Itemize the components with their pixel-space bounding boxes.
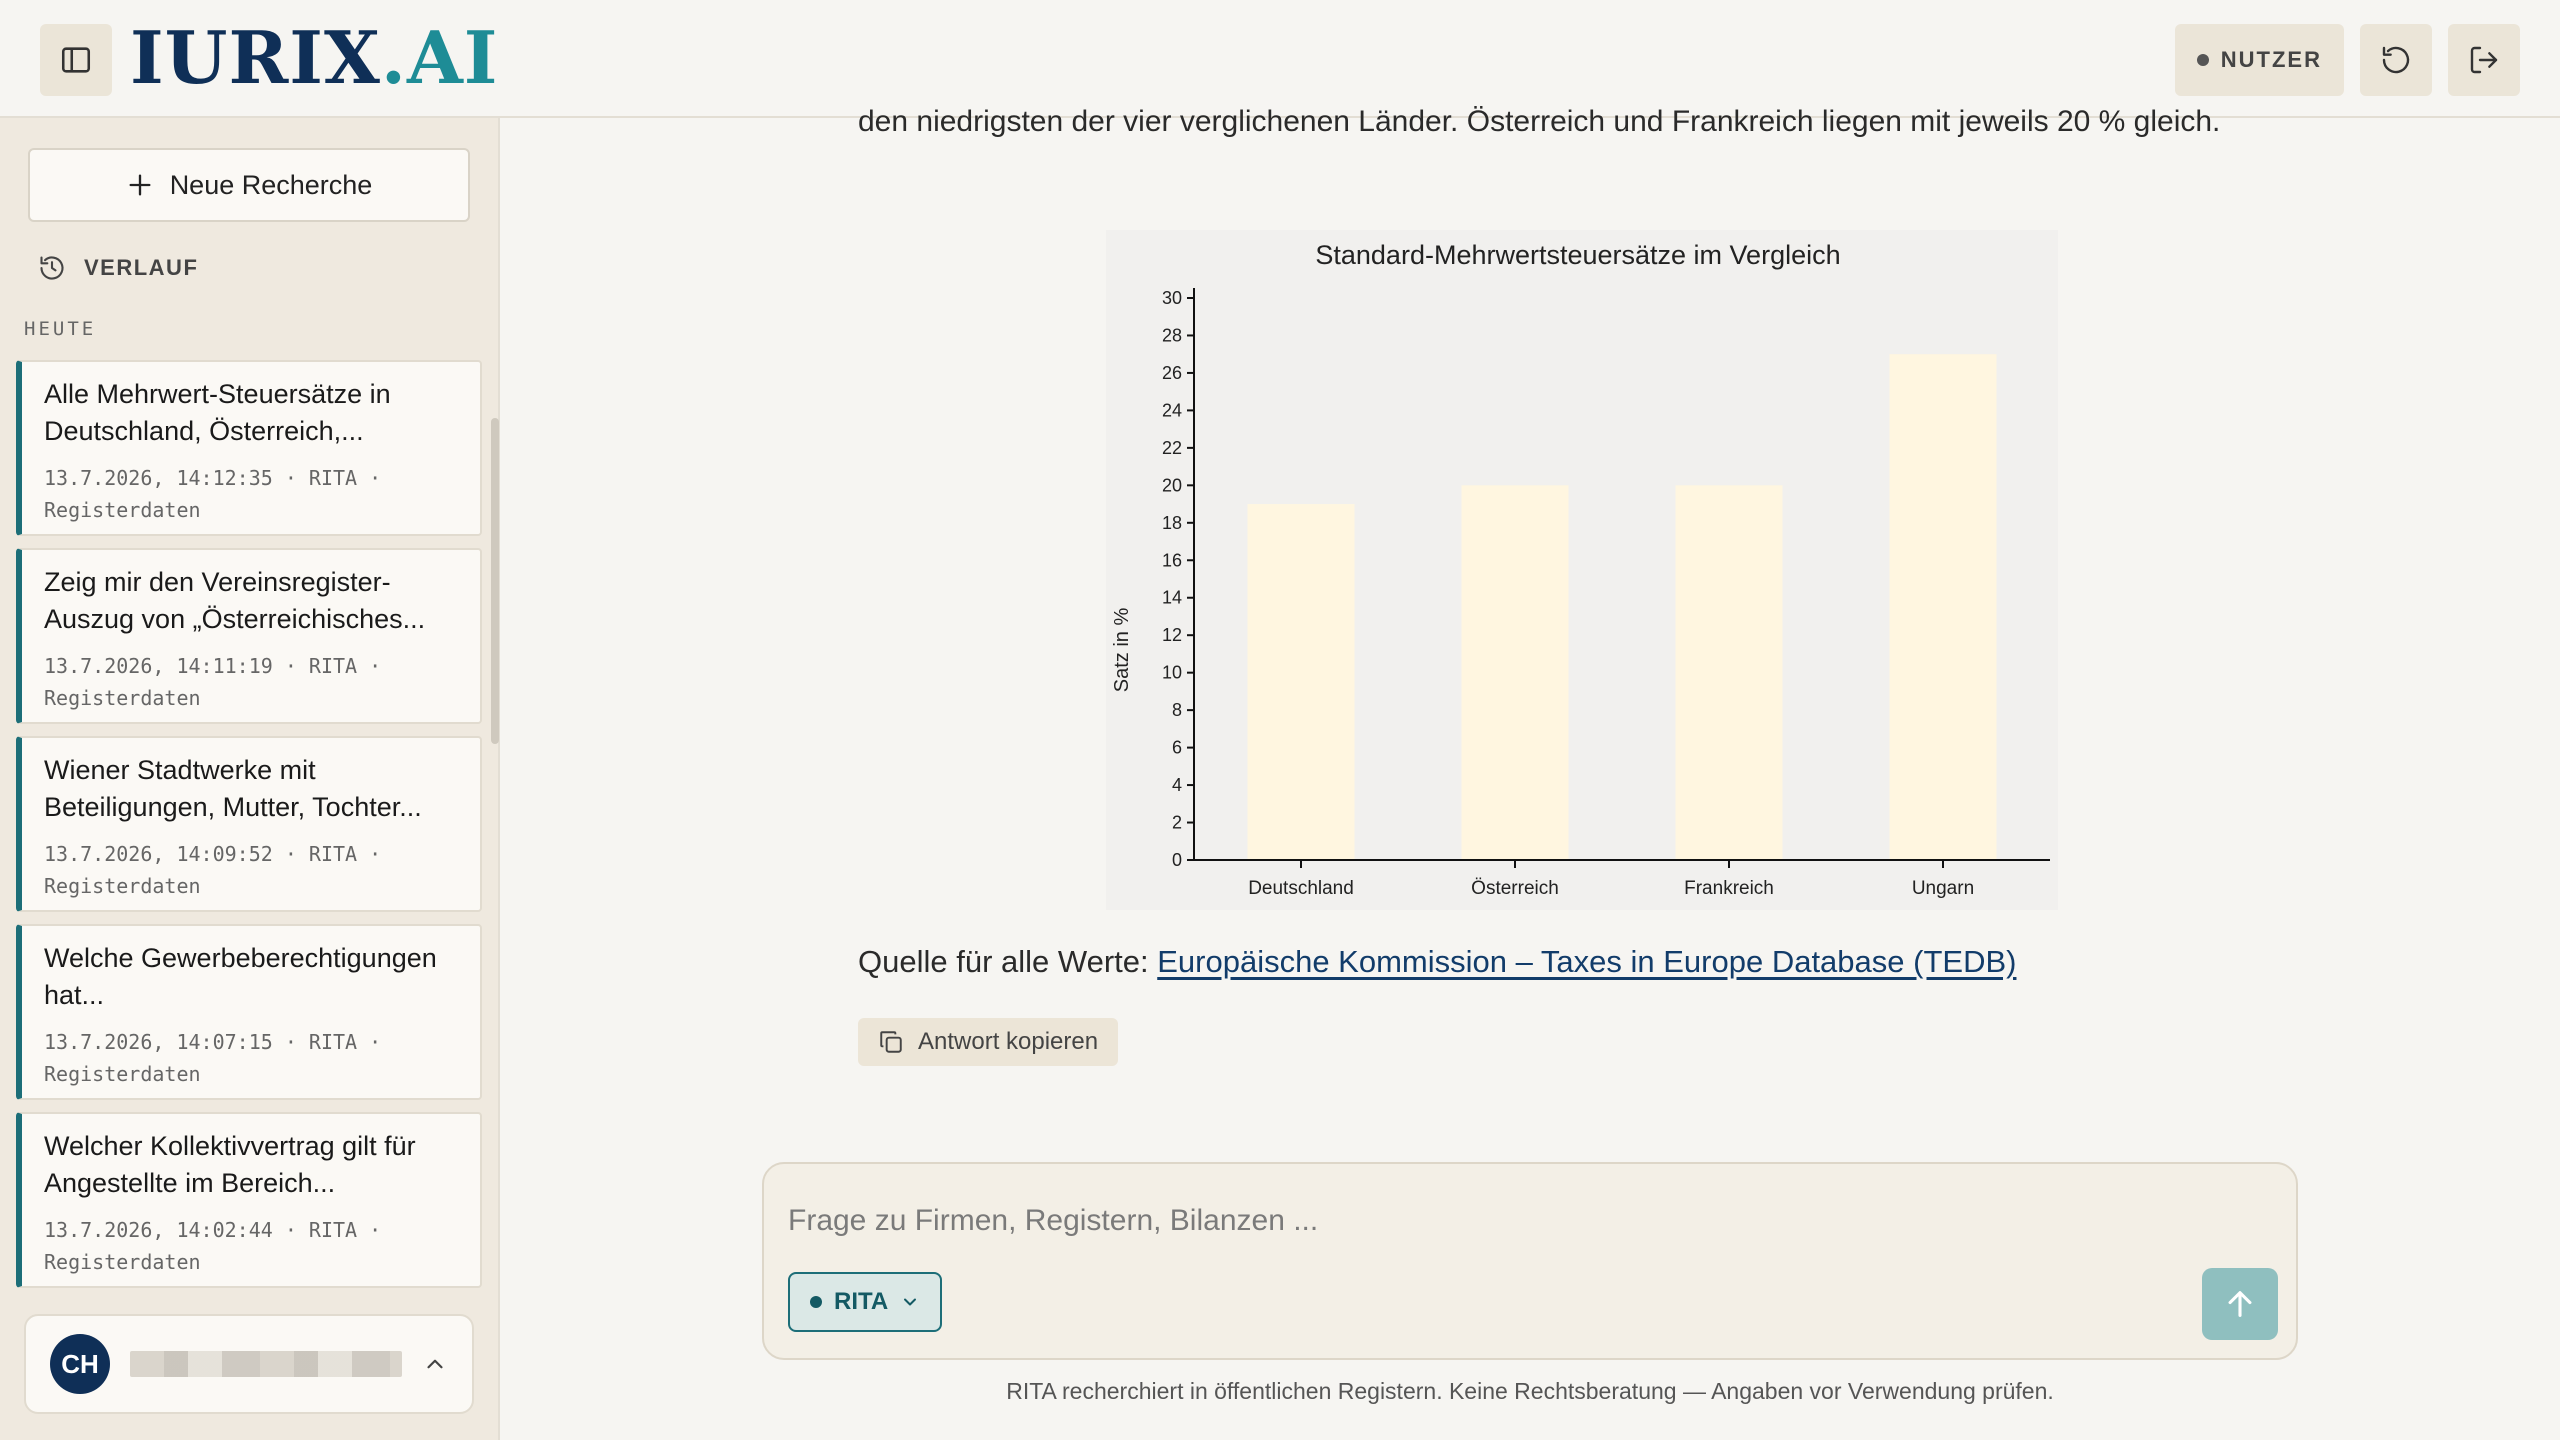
section-label-today: HEUTE [24, 318, 97, 340]
logout-icon [2470, 46, 2498, 74]
y-tick-label: 16 [1162, 550, 1182, 570]
history-list[interactable]: Alle Mehrwert-Steuersätze in Deutschland… [16, 360, 484, 1400]
y-tick-label: 18 [1162, 513, 1182, 533]
history-item-meta: 13.7.2026, 14:02:44 · RITA · Registerdat… [44, 1218, 382, 1274]
user-role-button[interactable]: NUTZER [2174, 24, 2344, 96]
history-item-meta: 13.7.2026, 14:12:35 · RITA · Registerdat… [44, 466, 382, 522]
y-tick-label: 2 [1172, 813, 1182, 833]
copy-answer-button[interactable]: Antwort kopieren [858, 1018, 1119, 1066]
logo-dot: . [380, 15, 407, 100]
chart-x-axis: Deutschland Österreich Frankreich Ungarn [1194, 859, 2050, 899]
app-logo[interactable]: IURIX.AI [130, 18, 498, 98]
status-dot [2196, 54, 2209, 66]
y-tick-label: 6 [1172, 738, 1182, 758]
sidebar: Neue Recherche VERLAUF HEUTE Alle Mehrwe… [0, 118, 500, 1440]
history-item[interactable]: Alle Mehrwert-Steuersätze in Deutschland… [16, 360, 482, 536]
source-link[interactable]: Europäische Kommission – Taxes in Europe… [1157, 944, 2016, 979]
new-research-label: Neue Recherche [169, 169, 373, 200]
history-label: VERLAUF [84, 255, 199, 280]
y-tick-label: 20 [1162, 475, 1182, 495]
chart-bar [1889, 354, 1997, 860]
y-tick-label: 26 [1162, 363, 1182, 383]
y-tick-label: 24 [1162, 400, 1182, 420]
logo-ai-text: AI [406, 15, 499, 100]
refresh-button[interactable] [2360, 24, 2432, 96]
sidebar-scrollbar[interactable] [491, 418, 499, 744]
x-tick-label: Deutschland [1248, 878, 1354, 899]
chevron-up-icon [427, 1359, 443, 1369]
avatar: CH [50, 1334, 110, 1394]
copy-icon [880, 1031, 902, 1053]
history-item-meta: 13.7.2026, 14:11:19 · RITA · Registerdat… [44, 654, 382, 710]
source-prefix: Quelle für alle Werte: [858, 944, 1158, 979]
model-selector[interactable]: RITA [788, 1272, 943, 1332]
disclaimer: RITA recherchiert in öffentlichen Regist… [1006, 1378, 2054, 1404]
user-name-redacted [130, 1351, 402, 1377]
chart-bars [1247, 354, 1997, 860]
user-account-card[interactable]: CH [24, 1314, 474, 1414]
arrow-up-icon [2228, 1291, 2252, 1317]
chart-bar [1675, 485, 1783, 860]
chart-y-axis-label: Satz in % [1111, 608, 1133, 693]
history-item-title: Wiener Stadtwerke mit Beteiligungen, Mut… [44, 755, 422, 822]
chart-bar [1247, 504, 1355, 860]
y-tick-label: 0 [1172, 850, 1182, 870]
y-tick-label: 4 [1172, 775, 1182, 795]
y-tick-label: 28 [1162, 325, 1182, 345]
y-tick-label: 10 [1162, 663, 1182, 683]
chart-y-axis: 024681012141618202224262830 [1162, 288, 1195, 870]
send-button[interactable] [2202, 1268, 2278, 1340]
top-actions: NUTZER [2174, 24, 2520, 96]
sidebar-toggle-button[interactable] [40, 24, 112, 96]
history-item-meta: 13.7.2026, 14:07:15 · RITA · Registerdat… [44, 1030, 382, 1086]
y-tick-label: 22 [1162, 438, 1182, 458]
history-item[interactable]: Zeig mir den Vereinsregister-Auszug von … [16, 548, 482, 724]
history-item[interactable]: Welcher Kollektivvertrag gilt für Angest… [16, 1112, 482, 1288]
history-item[interactable]: Welche Gewerbeberechtigungen hat... 13.7… [16, 924, 482, 1100]
source-line: Quelle für alle Werte: Europäische Kommi… [858, 940, 2016, 984]
new-research-button[interactable]: Neue Recherche [28, 148, 470, 222]
user-role-label: NUTZER [2220, 47, 2322, 72]
chart-title: Standard-Mehrwertsteuersätze im Vergleic… [1315, 240, 1840, 270]
history-item[interactable]: Wiener Stadtwerke mit Beteiligungen, Mut… [16, 736, 482, 912]
history-item-title: Welcher Kollektivvertrag gilt für Angest… [44, 1131, 416, 1198]
sidebar-panel-icon [61, 47, 91, 73]
x-tick-label: Österreich [1471, 878, 1559, 899]
history-item-meta: 13.7.2026, 14:09:52 · RITA · Registerdat… [44, 842, 382, 898]
y-tick-label: 12 [1162, 625, 1182, 645]
history-clock-icon [40, 256, 64, 280]
history-item-title: Alle Mehrwert-Steuersätze in Deutschland… [44, 379, 391, 446]
history-item-title: Welche Gewerbeberechtigungen hat... [44, 943, 437, 1010]
history-header: VERLAUF [38, 248, 198, 288]
main-content: den niedrigsten der vier verglichenen Lä… [500, 105, 2560, 1440]
copy-answer-label: Antwort kopieren [918, 1028, 1099, 1055]
model-label: RITA [834, 1288, 889, 1315]
answer-text: den niedrigsten der vier verglichenen Lä… [858, 105, 2221, 138]
chart-bar [1461, 485, 1569, 860]
history-item-title: Zeig mir den Vereinsregister-Auszug von … [44, 567, 426, 634]
x-tick-label: Frankreich [1684, 878, 1774, 899]
y-tick-label: 8 [1172, 700, 1182, 720]
chart-svg: Standard-Mehrwertsteuersätze im Vergleic… [1111, 240, 2050, 899]
question-input[interactable] [786, 1192, 2170, 1250]
y-tick-label: 14 [1162, 588, 1182, 608]
x-tick-label: Ungarn [1912, 878, 1974, 899]
logout-button[interactable] [2448, 24, 2520, 96]
refresh-icon [2382, 46, 2410, 74]
vat-rate-chart: Standard-Mehrwertsteuersätze im Vergleic… [1106, 230, 2058, 910]
plus-icon [129, 174, 151, 196]
message-composer: RITA [762, 1162, 2298, 1360]
logo-main-text: IURIX [130, 15, 381, 100]
chevron-down-icon [904, 1298, 917, 1306]
y-tick-label: 30 [1162, 288, 1182, 308]
model-dot [810, 1296, 822, 1308]
